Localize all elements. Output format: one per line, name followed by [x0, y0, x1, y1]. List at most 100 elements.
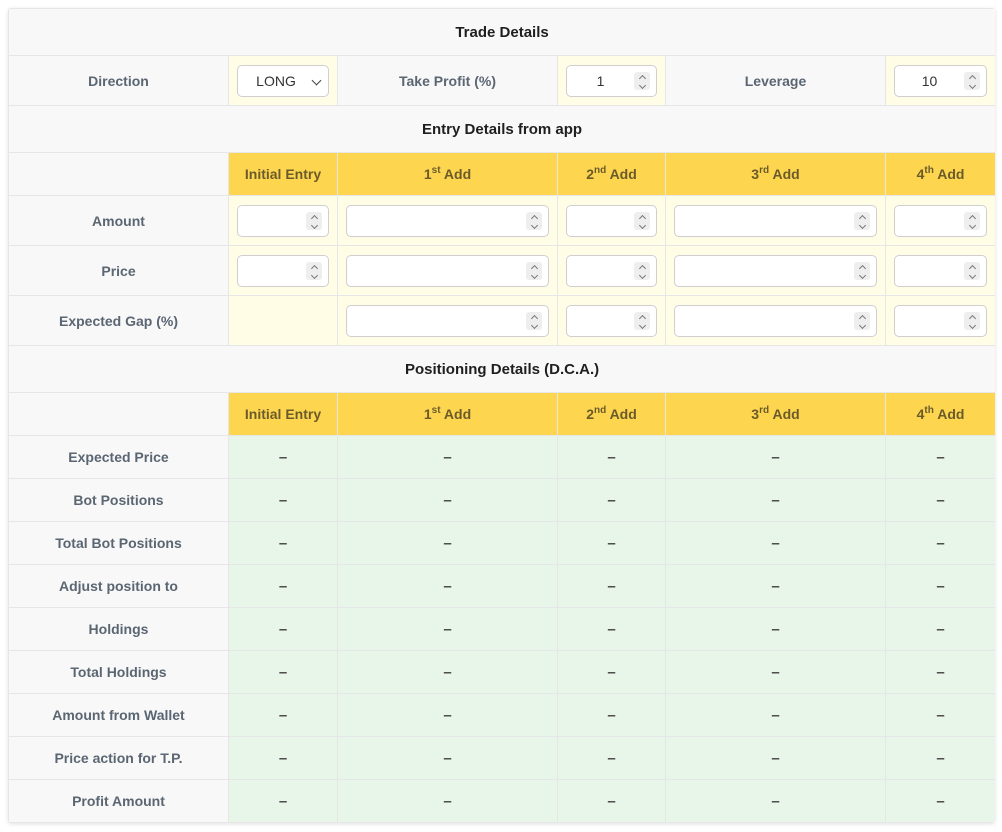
direction-select[interactable]: LONG [237, 64, 329, 97]
take-profit-cell: 1 [557, 55, 666, 106]
entry-cell [337, 245, 558, 296]
positioning-value: – [884, 693, 995, 737]
positioning-row-label: Adjust position to [8, 564, 229, 608]
positioning-value: – [665, 693, 886, 737]
positioning-value: – [337, 478, 558, 522]
entry-cell [228, 195, 338, 246]
positioning-col-2nd-add: 2nd Add [557, 392, 666, 436]
col-label: 2 [586, 166, 594, 182]
entry-number-input[interactable] [566, 204, 657, 237]
entry-number-input[interactable] [894, 204, 988, 237]
col-label: Initial Entry [244, 166, 322, 182]
spinner-icon[interactable] [964, 71, 981, 90]
col-label-tail: Add [606, 166, 637, 182]
entry-row-label: Amount [8, 195, 229, 246]
positioning-value: – [665, 736, 886, 780]
col-label-tail: Add [440, 406, 472, 422]
entry-cell [228, 245, 338, 296]
positioning-value: – [228, 607, 338, 651]
leverage-input[interactable]: 10 [894, 64, 988, 97]
entry-cell [665, 245, 886, 296]
entry-number-input[interactable] [346, 254, 549, 287]
col-label-suffix: rd [759, 405, 770, 416]
positioning-col-4th-add: 4th Add [884, 392, 995, 436]
col-label-suffix: rd [759, 165, 770, 176]
positioning-row-label: Price action for T.P. [8, 736, 229, 780]
positioning-value: – [337, 521, 558, 565]
positioning-value: – [337, 650, 558, 694]
entry-cell [557, 295, 666, 346]
entry-col-1st-add: 1st Add [337, 152, 558, 196]
entry-cell [557, 195, 666, 246]
spinner-icon[interactable] [854, 261, 870, 280]
positioning-row: Price action for T.P. – – – – – [8, 736, 995, 780]
entry-number-input[interactable] [566, 304, 657, 337]
spinner-icon[interactable] [854, 311, 870, 330]
entry-number-input[interactable] [674, 254, 877, 287]
spinner-icon[interactable] [964, 311, 981, 330]
take-profit-input[interactable]: 1 [566, 64, 657, 97]
entry-row-label: Expected Gap (%) [8, 295, 229, 346]
entry-number-input[interactable] [566, 254, 657, 287]
spinner-icon[interactable] [634, 261, 650, 280]
entry-number-input[interactable] [674, 204, 877, 237]
spinner-icon[interactable] [854, 211, 870, 230]
positioning-value: – [884, 564, 995, 608]
col-label: 3 [751, 166, 760, 182]
entry-cell [557, 245, 666, 296]
positioning-value: – [557, 650, 666, 694]
spinner-icon[interactable] [526, 211, 542, 230]
spinner-icon[interactable] [306, 211, 322, 230]
entry-number-input[interactable] [237, 204, 329, 237]
positioning-value: – [884, 607, 995, 651]
positioning-value: – [228, 779, 338, 823]
entry-header-blank [8, 152, 229, 196]
positioning-value: – [337, 564, 558, 608]
positioning-value: – [557, 693, 666, 737]
positioning-row-label: Bot Positions [8, 478, 229, 522]
spinner-icon[interactable] [526, 261, 542, 280]
spinner-icon[interactable] [634, 71, 650, 90]
entry-row: Expected Gap (%) [8, 295, 995, 346]
entry-col-3rd-add: 3rd Add [665, 152, 886, 196]
positioning-row: Holdings – – – – – [8, 607, 995, 651]
entry-number-input[interactable] [346, 304, 549, 337]
trade-calculator: Trade Details Direction LONG Take Profit… [8, 8, 995, 823]
entry-cell [884, 195, 995, 246]
positioning-value: – [337, 693, 558, 737]
positioning-value: – [557, 435, 666, 479]
spinner-icon[interactable] [634, 211, 650, 230]
positioning-value: – [228, 564, 338, 608]
positioning-value: – [884, 779, 995, 823]
entry-number-input[interactable] [894, 304, 988, 337]
calculator-table: Trade Details Direction LONG Take Profit… [8, 8, 995, 823]
spinner-icon[interactable] [634, 311, 650, 330]
positioning-row-label: Profit Amount [8, 779, 229, 823]
leverage-cell: 10 [884, 55, 995, 106]
entry-cell [884, 245, 995, 296]
positioning-row-label: Total Holdings [8, 650, 229, 694]
entry-cell [337, 195, 558, 246]
entry-number-input[interactable] [237, 254, 329, 287]
spinner-icon[interactable] [964, 261, 981, 280]
entry-number-input[interactable] [346, 204, 549, 237]
spinner-icon[interactable] [526, 311, 542, 330]
take-profit-label: Take Profit (%) [337, 55, 558, 106]
col-label: 2 [586, 406, 594, 422]
entry-row: Price [8, 245, 995, 296]
col-label-tail: Add [769, 166, 800, 182]
positioning-header-blank [8, 392, 229, 436]
positioning-value: – [665, 779, 886, 823]
positioning-row-label: Holdings [8, 607, 229, 651]
col-label-suffix: nd [593, 165, 607, 176]
col-label: 1 [423, 166, 432, 182]
spinner-icon[interactable] [964, 211, 981, 230]
positioning-value: – [884, 650, 995, 694]
entry-number-input[interactable] [894, 254, 988, 287]
positioning-col-1st-add: 1st Add [337, 392, 558, 436]
spinner-icon[interactable] [306, 261, 322, 280]
col-label-tail: Add [769, 406, 800, 422]
direction-value: LONG [256, 72, 296, 89]
entry-number-input[interactable] [674, 304, 877, 337]
positioning-value: – [337, 607, 558, 651]
